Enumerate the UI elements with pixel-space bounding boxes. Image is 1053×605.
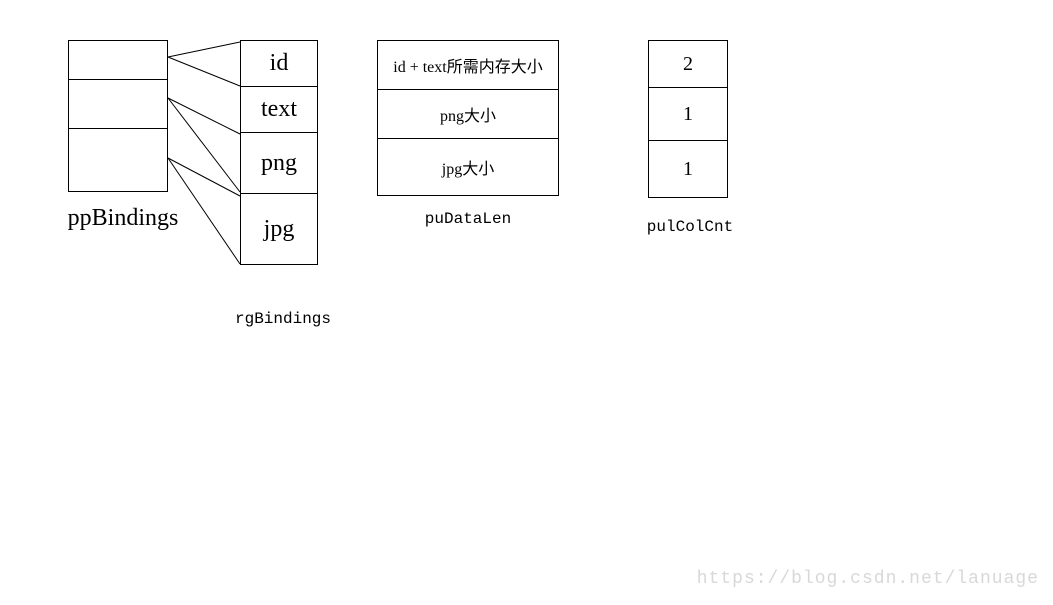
ppbindings-label: ppBindings bbox=[58, 205, 188, 232]
pudatalen-cell-2: jpg大小 bbox=[377, 138, 559, 196]
pudatalen-cell-0: id + text所需内存大小 bbox=[377, 40, 559, 90]
cell-text: id + text所需内存大小 bbox=[393, 53, 542, 77]
pudatalen-label: puDataLen bbox=[413, 210, 523, 228]
rgbindings-label: rgBindings bbox=[228, 310, 338, 328]
ppbindings-cell-0 bbox=[68, 40, 168, 80]
cell-text: jpg大小 bbox=[442, 155, 494, 179]
pulcolcnt-label: pulColCnt bbox=[630, 218, 750, 236]
rgbindings-cell-text: text bbox=[240, 86, 318, 133]
pulcolcnt-cell-0: 2 bbox=[648, 40, 728, 88]
cell-text: text bbox=[261, 96, 297, 123]
cell-text: png bbox=[261, 150, 297, 177]
rgbindings-cell-id: id bbox=[240, 40, 318, 87]
cell-text: 1 bbox=[683, 158, 693, 181]
rgbindings-cell-png: png bbox=[240, 132, 318, 194]
rgbindings-cell-jpg: jpg bbox=[240, 193, 318, 265]
cell-text: png大小 bbox=[440, 102, 496, 126]
pudatalen-cell-1: png大小 bbox=[377, 89, 559, 139]
ppbindings-cell-2 bbox=[68, 128, 168, 192]
ppbindings-cell-1 bbox=[68, 79, 168, 129]
cell-text: 2 bbox=[683, 53, 693, 76]
cell-text: 1 bbox=[683, 103, 693, 126]
cell-text: id bbox=[270, 50, 289, 77]
watermark-text: https://blog.csdn.net/lanuage bbox=[697, 569, 1039, 589]
pulcolcnt-cell-2: 1 bbox=[648, 140, 728, 198]
pulcolcnt-cell-1: 1 bbox=[648, 87, 728, 141]
cell-text: jpg bbox=[264, 216, 295, 243]
